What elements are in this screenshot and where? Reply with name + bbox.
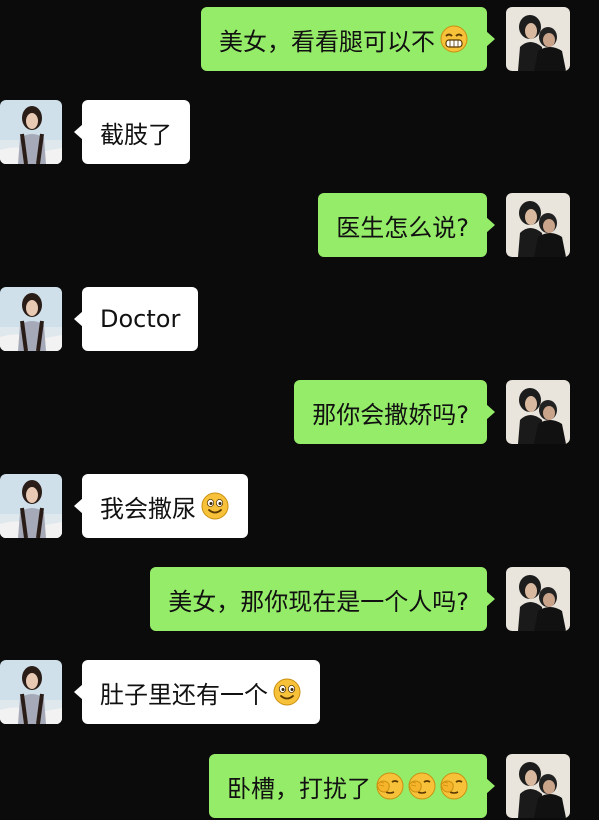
message-bubble[interactable]: 截肢了 (74, 100, 190, 164)
message-text: 医生怎么说? (336, 213, 469, 242)
message-text: 截肢了 (100, 120, 172, 149)
message-row-outgoing: 那你会撒娇吗? (0, 380, 599, 446)
message-row-incoming: 我会撒尿 (0, 474, 599, 540)
message-bubble[interactable]: 医生怎么说? (318, 193, 495, 257)
message-text: 美女，看看腿可以不 (219, 27, 435, 56)
facepalm-emoji (407, 771, 437, 801)
message-bubble[interactable]: 我会撒尿 (74, 474, 248, 538)
contact-avatar[interactable] (0, 660, 62, 724)
message-row-incoming: Doctor (0, 287, 599, 353)
smile-emoji (272, 677, 302, 707)
self-avatar[interactable] (506, 754, 570, 818)
message-text: 美女，那你现在是一个人吗? (168, 587, 469, 616)
contact-avatar[interactable] (0, 287, 62, 351)
self-avatar[interactable] (506, 7, 570, 71)
message-row-outgoing: 美女，那你现在是一个人吗? (0, 567, 599, 633)
message-text: 卧槽，打扰了 (227, 774, 371, 803)
message-text: Doctor (100, 305, 181, 333)
self-avatar[interactable] (506, 193, 570, 257)
message-row-outgoing: 卧槽，打扰了 (0, 754, 599, 820)
smile-emoji (200, 491, 230, 521)
self-avatar[interactable] (506, 567, 570, 631)
message-text: 我会撒尿 (100, 494, 196, 523)
message-text: 那你会撒娇吗? (312, 400, 469, 429)
facepalm-emoji (439, 771, 469, 801)
message-row-incoming: 截肢了 (0, 100, 599, 166)
chat-window: 美女，看看腿可以不 截肢了 医生怎么说? Doctor 那你会撒娇吗? 我会撒尿… (0, 0, 599, 818)
message-row-incoming: 肚子里还有一个 (0, 660, 599, 726)
message-bubble[interactable]: 那你会撒娇吗? (294, 380, 495, 444)
contact-avatar[interactable] (0, 474, 62, 538)
self-avatar[interactable] (506, 380, 570, 444)
message-bubble[interactable]: Doctor (73, 287, 199, 351)
message-bubble[interactable]: 肚子里还有一个 (74, 660, 320, 724)
message-row-outgoing: 美女，看看腿可以不 (0, 7, 599, 73)
message-bubble[interactable]: 美女，那你现在是一个人吗? (150, 567, 495, 631)
message-bubble[interactable]: 卧槽，打扰了 (209, 754, 495, 818)
grin-emoji (439, 24, 469, 54)
message-text: 肚子里还有一个 (100, 680, 268, 709)
message-bubble[interactable]: 美女，看看腿可以不 (201, 7, 495, 71)
message-row-outgoing: 医生怎么说? (0, 193, 599, 259)
facepalm-emoji (375, 771, 405, 801)
contact-avatar[interactable] (0, 100, 62, 164)
